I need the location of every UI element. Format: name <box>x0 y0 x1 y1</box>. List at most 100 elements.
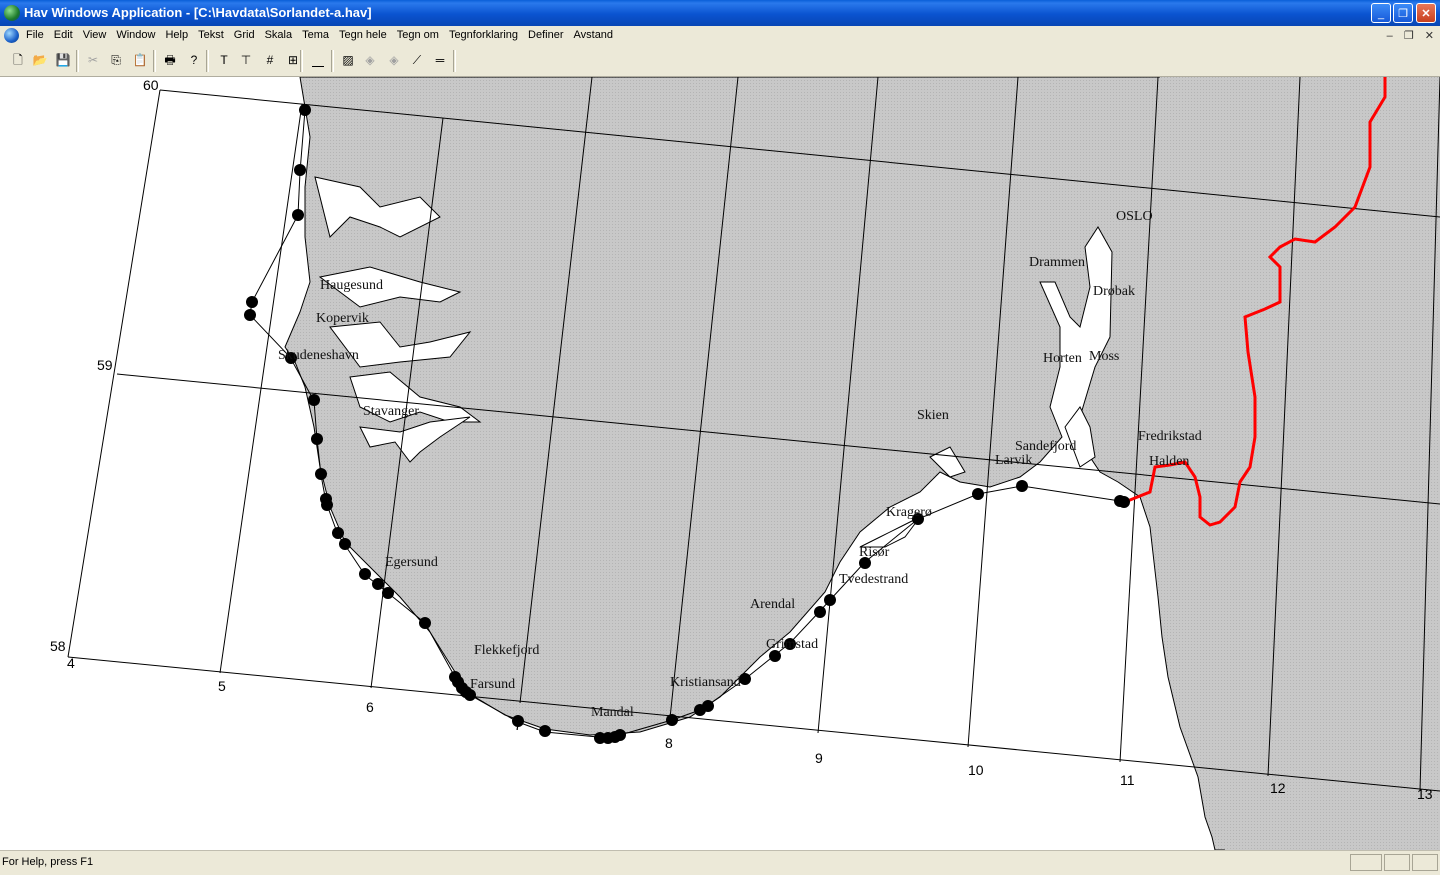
open-icon[interactable]: 📂 <box>30 51 50 71</box>
text-icon[interactable]: T <box>214 51 234 71</box>
station-dot <box>292 209 304 221</box>
place-label: Haugesund <box>320 278 383 293</box>
place-label: Kragerø <box>886 505 932 520</box>
distance-icon[interactable]: ⟋ <box>407 51 427 71</box>
station-dot <box>614 729 626 741</box>
menu-skala[interactable]: Skala <box>265 29 293 41</box>
place-label: OSLO <box>1116 209 1153 224</box>
longitude-label: 8 <box>665 735 673 751</box>
minimize-button[interactable]: _ <box>1371 3 1391 23</box>
restore-button[interactable]: ❐ <box>1393 3 1413 23</box>
text-anchor-icon[interactable]: ⊤ <box>236 51 256 71</box>
menu-bar: File Edit View Window Help Tekst Grid Skala Tema… <box>0 26 1440 46</box>
station-dot <box>308 394 320 406</box>
longitude-label: 6 <box>366 699 374 715</box>
menu-tema[interactable]: Tema <box>302 29 329 41</box>
station-dot <box>244 309 256 321</box>
document-globe-icon[interactable] <box>4 28 19 43</box>
scale-icon[interactable]: ⎽ <box>308 51 328 71</box>
place-label: Halden <box>1149 454 1189 469</box>
station-dot <box>814 606 826 618</box>
place-label: Risør <box>859 545 890 560</box>
longitude-label: 4 <box>67 655 75 671</box>
station-dot <box>1016 480 1028 492</box>
station-dot <box>972 488 984 500</box>
station-dot <box>315 468 327 480</box>
place-label: Mandal <box>591 705 634 720</box>
station-dot <box>299 104 311 116</box>
menu-definer[interactable]: Definer <box>528 29 563 41</box>
save-icon[interactable]: 💾 <box>53 51 73 71</box>
menu-tekst[interactable]: Tekst <box>198 29 224 41</box>
menu-view[interactable]: View <box>83 29 107 41</box>
station-dot <box>359 568 371 580</box>
place-label: Drammen <box>1029 255 1085 270</box>
cut-icon[interactable]: ✂ <box>83 51 103 71</box>
latitude-label: 58 <box>50 638 66 654</box>
mdi-restore-button[interactable]: ❐ <box>1404 30 1414 42</box>
longitude-label: 9 <box>815 750 823 766</box>
menu-avstand[interactable]: Avstand <box>574 29 614 41</box>
menu-grid[interactable]: Grid <box>234 29 255 41</box>
app-globe-icon[interactable] <box>4 5 20 21</box>
menu-tegn-hele[interactable]: Tegn hele <box>339 29 387 41</box>
print-icon[interactable]: 🖶 <box>160 51 180 71</box>
menu-tegn-om[interactable]: Tegn om <box>397 29 439 41</box>
mdi-close-button[interactable]: ✕ <box>1425 30 1434 42</box>
station-dot <box>739 673 751 685</box>
place-label: Kopervik <box>316 311 369 326</box>
place-label: Grimstad <box>766 637 818 652</box>
copy-icon[interactable]: ⎘ <box>106 51 126 71</box>
longitude-label: 12 <box>1270 780 1286 796</box>
status-message: For Help, press F1 <box>2 856 94 868</box>
place-label: Skudeneshavn <box>278 348 359 363</box>
menu-edit[interactable]: Edit <box>54 29 73 41</box>
longitude-label: 5 <box>218 678 226 694</box>
station-dot <box>339 538 351 550</box>
station-dot <box>666 714 678 726</box>
place-label: Drøbak <box>1093 284 1135 299</box>
station-dot <box>702 700 714 712</box>
longitude-label: 13 <box>1417 786 1433 802</box>
redraw-icon[interactable]: ◈ <box>384 51 404 71</box>
place-label: Egersund <box>385 555 438 570</box>
station-dot <box>419 617 431 629</box>
map-canvas[interactable]: OSLO Drammen Drøbak Haugesund Kopervik Skuden… <box>0 77 1440 850</box>
new-icon[interactable]: 🗋 <box>8 51 28 71</box>
place-label: Larvik <box>995 453 1032 468</box>
station-dot <box>382 587 394 599</box>
menu-help[interactable]: Help <box>165 29 188 41</box>
title-bar[interactable]: Hav Windows Application - [C:\Havdata\So… <box>0 0 1440 26</box>
menu-window[interactable]: Window <box>116 29 155 41</box>
station-dot <box>321 499 333 511</box>
latitude-label: 59 <box>97 357 113 373</box>
menu-tegnforklaring[interactable]: Tegnforklaring <box>449 29 518 41</box>
place-label: Fredrikstad <box>1138 429 1202 444</box>
draw-all-icon[interactable]: ◈ <box>360 51 380 71</box>
station-dot <box>246 296 258 308</box>
legend-icon[interactable]: ═ <box>430 51 450 71</box>
map-view[interactable]: OSLO Drammen Drøbak Haugesund Kopervik Skuden… <box>0 77 1440 850</box>
toolbar-separator <box>300 50 303 72</box>
place-label: Horten <box>1043 351 1082 366</box>
place-label: Kristiansand <box>670 675 741 690</box>
station-dot <box>1118 496 1130 508</box>
grid-icon[interactable]: # <box>260 51 280 71</box>
close-button[interactable]: ✕ <box>1416 3 1436 23</box>
menu-file[interactable]: File <box>26 29 44 41</box>
station-dot <box>824 594 836 606</box>
toolbar-separator <box>76 50 79 72</box>
longitude-label: 7 <box>514 717 522 733</box>
toolbar-separator <box>206 50 209 72</box>
theme-icon[interactable]: ▨ <box>338 51 358 71</box>
mdi-minimize-button[interactable]: – <box>1387 30 1393 42</box>
toolbar-separator <box>331 50 334 72</box>
help-icon[interactable]: ? <box>184 51 204 71</box>
place-label: Stavanger <box>363 404 419 419</box>
status-pane-num <box>1384 854 1410 871</box>
paste-icon[interactable]: 📋 <box>130 51 150 71</box>
menu-items: File Edit View Window Help Tekst Grid Skala Tema… <box>26 29 623 41</box>
place-label: Flekkefjord <box>474 643 539 658</box>
status-bar: For Help, press F1 <box>0 850 1440 875</box>
station-dot <box>372 578 384 590</box>
